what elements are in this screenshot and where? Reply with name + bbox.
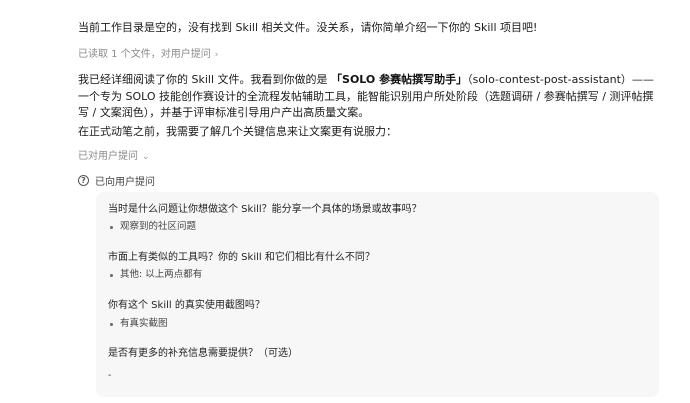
qa-question: 市面上有类似的工具吗？你的 Skill 和它们相比有什么不同？ <box>108 252 375 263</box>
bullet-icon <box>110 322 113 326</box>
qa-card: 当时是什么问题让你想做这个 Skill？能分享一个具体的场景或故事吗？ 观察到的… <box>96 192 659 397</box>
asked-user-label: 已向用户提问 <box>95 177 155 188</box>
qa-answer: 观察到的社区问题 <box>110 221 196 233</box>
qa-question: 当时是什么问题让你想做这个 Skill？能分享一个具体的场景或故事吗？ <box>108 204 422 215</box>
qa-question: 你有这个 Skill 的真实使用截图吗？ <box>108 300 265 311</box>
qa-answer-text: 观察到的社区问题 <box>120 221 197 232</box>
assistant-message-intro: 当前工作目录是空的，没有找到 Skill 相关文件。没关系，请你简单介绍一下你的… <box>78 21 538 34</box>
qa-answer: 其他: 以上两点都有 <box>110 269 202 281</box>
qa-answer-text: - <box>108 370 112 381</box>
asked-user-header: ? 已向用户提问 <box>78 173 155 188</box>
qa-question: 是否有更多的补充信息需要提供？（可选） <box>108 348 298 359</box>
read-status-toggle[interactable]: 已读取 1 个文件，对用户提问 › <box>78 49 218 61</box>
chevron-down-icon: ⌄ <box>142 152 150 162</box>
qa-answer: 有真实截图 <box>110 318 168 330</box>
analysis-skill-name: 「SOLO 参赛帖撰写助手」 <box>331 73 468 86</box>
qa-answer-text: 其他: 以上两点都有 <box>120 269 203 280</box>
question-circle-icon: ? <box>78 175 89 186</box>
assistant-message-prequestion: 在正式动笔之前，我需要了解几个关键信息来让文案更有说服力： <box>78 125 397 138</box>
qa-answer-text: 有真实截图 <box>120 318 168 329</box>
assistant-message-analysis: 我已经详细阅读了你的 Skill 文件。我看到你做的是 「SOLO 参赛帖撰写助… <box>78 72 663 122</box>
analysis-prefix: 我已经详细阅读了你的 Skill 文件。我看到你做的是 <box>78 73 332 86</box>
read-status-label: 已读取 1 个文件，对用户提问 <box>78 49 211 60</box>
bullet-icon <box>110 225 113 229</box>
chevron-right-icon: › <box>214 50 219 60</box>
asked-status-toggle[interactable]: 已对用户提问 ⌄ <box>78 151 150 163</box>
bullet-icon <box>110 273 113 277</box>
qa-answer: - <box>108 370 111 382</box>
asked-status-label: 已对用户提问 <box>78 151 138 162</box>
